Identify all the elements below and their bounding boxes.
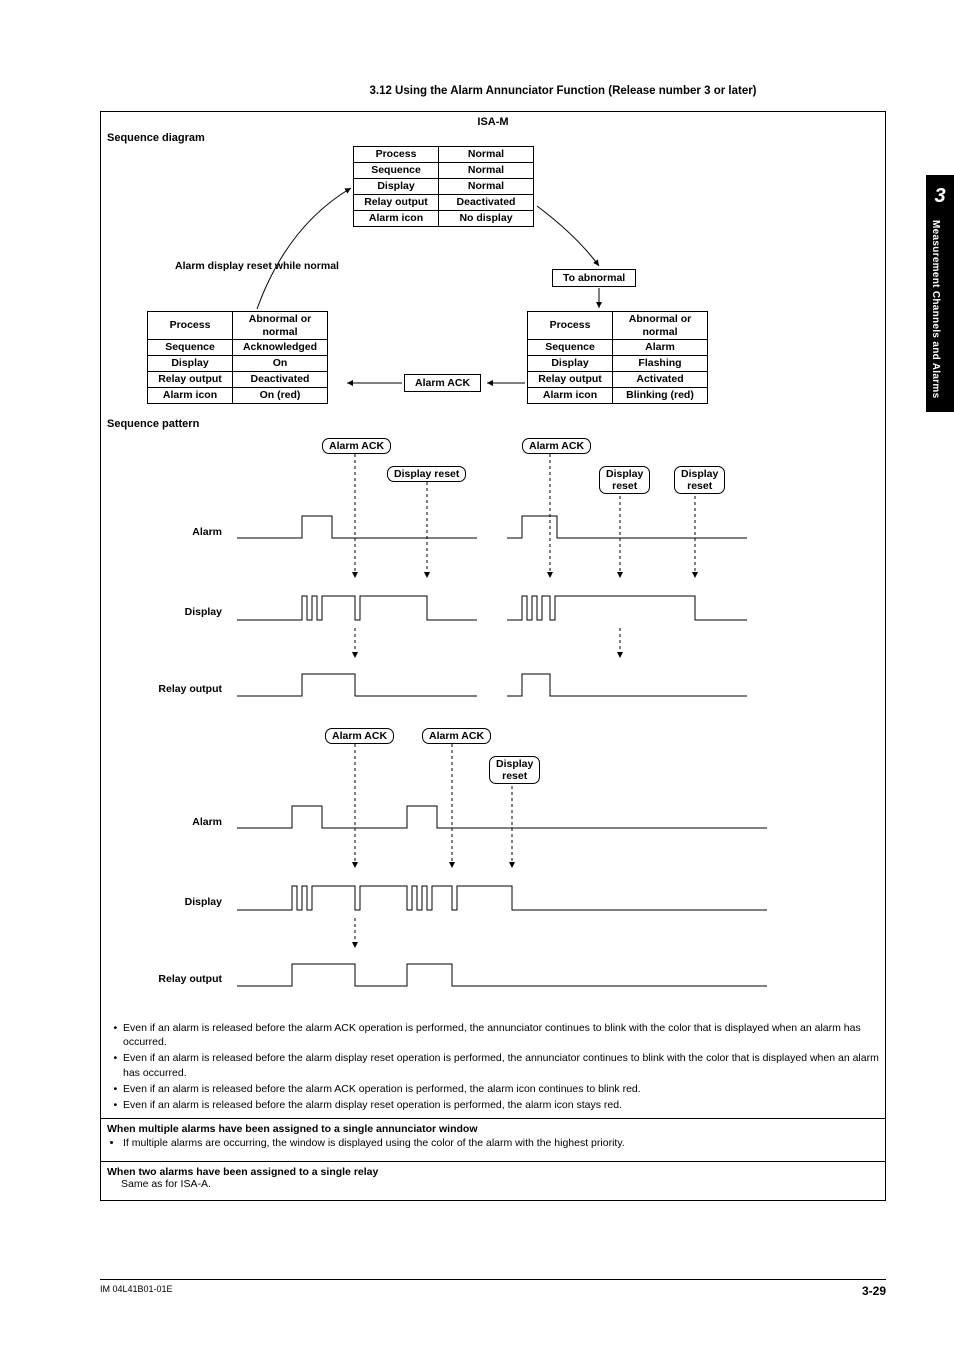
alarm-row-label-1: Alarm [127, 526, 222, 538]
main-diagram-box: ISA-M Sequence diagram ProcessNormal Seq… [100, 111, 886, 1201]
note-item: Even if an alarm is released before the … [123, 1051, 879, 1079]
alarm-ack-box-2b: Alarm ACK [422, 728, 491, 744]
pattern-1-svg [107, 438, 879, 728]
page-footer: IM 04L41B01-01E 3-29 [100, 1279, 886, 1298]
note-item: Even if an alarm is released before the … [123, 1098, 879, 1112]
chapter-tab: 3 Measurement Channels and Alarms [926, 175, 954, 412]
note-item: Even if an alarm is released before the … [123, 1082, 879, 1096]
footer-left: IM 04L41B01-01E [100, 1284, 173, 1298]
state-table-normal: ProcessNormal SequenceNormal DisplayNorm… [353, 146, 534, 227]
relay-row-label-2: Relay output [127, 973, 222, 985]
alarm-ack-label: Alarm ACK [404, 374, 481, 392]
sequence-diagram-header: Sequence diagram [107, 132, 879, 144]
display-reset-box-1c: Displayreset [674, 466, 725, 494]
display-reset-box-1: Display reset [387, 466, 466, 482]
state-table-acknowledged: ProcessAbnormal or normal SequenceAcknow… [147, 311, 328, 404]
pattern-block-1: Alarm ACK Display reset Alarm ACK Displa… [107, 438, 879, 728]
multi-body: If multiple alarms are occurring, the wi… [123, 1137, 879, 1149]
sequence-pattern-header: Sequence pattern [107, 418, 879, 430]
multi-header: When multiple alarms have been assigned … [107, 1123, 879, 1135]
relay-row-label-1: Relay output [127, 683, 222, 695]
reset-while-normal-label: Alarm display reset while normal [167, 260, 347, 273]
alarm-ack-box-1a: Alarm ACK [322, 438, 391, 454]
display-reset-box-1b: Displayreset [599, 466, 650, 494]
state-table-alarm: ProcessAbnormal or normal SequenceAlarm … [527, 311, 708, 404]
tab-text: Measurement Channels and Alarms [930, 220, 941, 398]
pattern-block-2: Alarm ACK Alarm ACK Displayreset Alarm D… [107, 728, 879, 1013]
display-row-label-2: Display [127, 896, 222, 908]
display-reset-box-2: Displayreset [489, 756, 540, 784]
two-header: When two alarms have been assigned to a … [107, 1166, 879, 1178]
page-number: 3-29 [862, 1284, 886, 1298]
alarm-row-label-2: Alarm [127, 816, 222, 828]
two-body: Same as for ISA-A. [107, 1178, 879, 1190]
notes-list: Even if an alarm is released before the … [107, 1021, 879, 1112]
display-row-label-1: Display [127, 606, 222, 618]
multiple-alarms-box: When multiple alarms have been assigned … [101, 1118, 885, 1155]
two-alarms-box: When two alarms have been assigned to a … [101, 1161, 885, 1194]
section-title: 3.12 Using the Alarm Annunciator Functio… [100, 85, 886, 97]
sequence-diagram: ProcessNormal SequenceNormal DisplayNorm… [107, 146, 879, 416]
alarm-ack-box-2a: Alarm ACK [325, 728, 394, 744]
isa-header: ISA-M [107, 116, 879, 128]
to-abnormal-label: To abnormal [552, 269, 636, 287]
tab-number: 3 [926, 185, 954, 208]
alarm-ack-box-1b: Alarm ACK [522, 438, 591, 454]
note-item: Even if an alarm is released before the … [123, 1021, 879, 1049]
